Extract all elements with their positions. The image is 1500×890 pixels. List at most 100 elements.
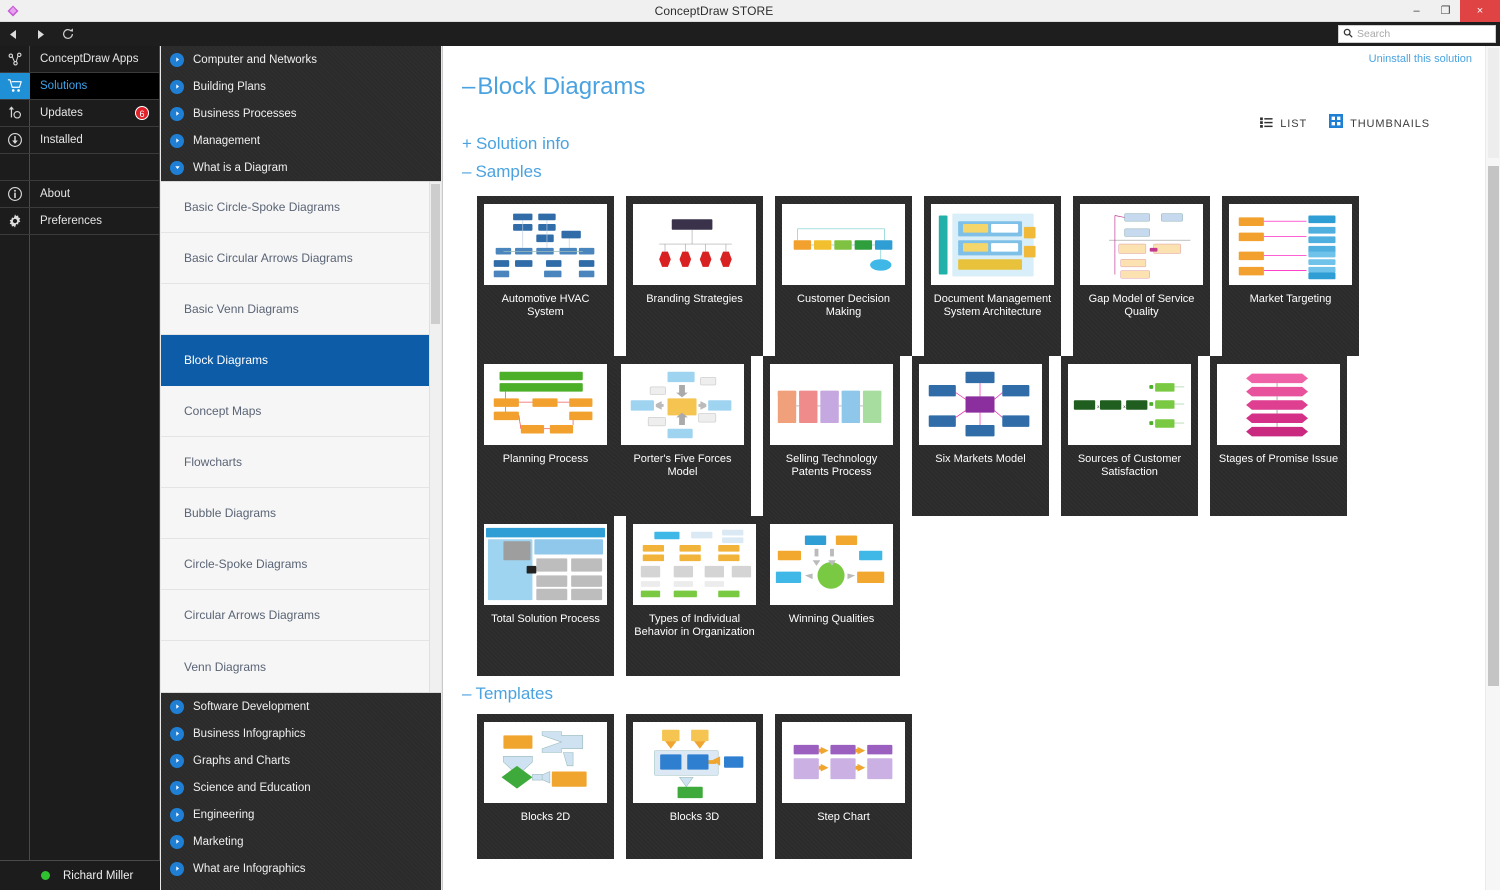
sublist-scrollbar[interactable] <box>429 182 441 692</box>
conceptdraw-store-window: ConceptDraw STORE – ❐ × <box>0 0 1500 890</box>
solution-item-bubble-diagrams[interactable]: Bubble Diagrams <box>161 488 441 539</box>
solution-item-basic-venn-diagrams[interactable]: Basic Venn Diagrams <box>161 284 441 335</box>
apps-share-icon[interactable] <box>0 46 30 73</box>
search-icon <box>1343 25 1353 43</box>
view-mode-toggles: LIST THUMBNAILS <box>1260 114 1430 133</box>
sublist-scrollbar-thumb[interactable] <box>431 184 440 324</box>
shopping-cart-icon[interactable] <box>0 73 30 100</box>
download-arrow-icon[interactable] <box>0 127 30 154</box>
thumbnail-card-document-management-system-architecture[interactable]: Document Management System Architecture <box>924 196 1061 356</box>
category-item-marketing[interactable]: Marketing <box>161 828 441 855</box>
samples-label: Samples <box>475 162 541 181</box>
gear-icon[interactable] <box>0 208 30 235</box>
category-list-bottom: Software DevelopmentBusiness Infographic… <box>161 693 441 882</box>
thumbnail-card-branding-strategies[interactable]: Branding Strategies <box>626 196 763 356</box>
solution-item-basic-circular-arrows-diagrams[interactable]: Basic Circular Arrows Diagrams <box>161 233 441 284</box>
solution-item-circle-spoke-diagrams[interactable]: Circle-Spoke Diagrams <box>161 539 441 590</box>
category-item-engineering[interactable]: Engineering <box>161 801 441 828</box>
section-templates[interactable]: –Templates <box>462 684 553 704</box>
solution-item-circular-arrows-diagrams[interactable]: Circular Arrows Diagrams <box>161 590 441 641</box>
sidebar-item-conceptdraw-apps[interactable]: ConceptDraw Apps <box>30 46 159 73</box>
thumbnail-card-sources-of-customer-satisfaction[interactable]: xxSources of Customer Satisfaction <box>1061 356 1198 516</box>
thumbnail-label: Winning Qualities <box>770 613 893 626</box>
sidebar-item-preferences[interactable]: Preferences <box>30 208 159 235</box>
grid-gap <box>614 516 626 676</box>
forward-arrow-icon[interactable] <box>27 22 54 46</box>
back-arrow-icon[interactable] <box>0 22 27 46</box>
solution-item-venn-diagrams[interactable]: Venn Diagrams <box>161 641 441 692</box>
sidebar-item-updates[interactable]: Updates 6 <box>30 100 159 127</box>
thumbnail-preview-blocks2d <box>484 722 607 803</box>
thumbnail-card-types-of-individual-behavior-in-organization[interactable]: Types of Individual Behavior in Organiza… <box>626 516 763 676</box>
sidebar-item-solutions[interactable]: Solutions <box>30 73 159 100</box>
minimize-button[interactable]: – <box>1402 0 1431 22</box>
thumbnail-preview-market <box>1229 204 1352 285</box>
close-button[interactable]: × <box>1460 0 1500 22</box>
info-circle-icon[interactable] <box>0 181 30 208</box>
view-list-button[interactable]: LIST <box>1260 115 1307 133</box>
category-item-management[interactable]: Management <box>161 127 441 154</box>
grid-gap <box>763 714 775 859</box>
templates-toggle[interactable]: – <box>462 684 471 704</box>
user-status-bar: Richard Miller <box>30 860 160 890</box>
thumbnail-preview-planning <box>484 364 607 445</box>
thumbnail-card-porter-s-five-forces-model[interactable]: Porter's Five Forces Model <box>614 356 751 516</box>
category-item-software-development[interactable]: Software Development <box>161 693 441 720</box>
thumbnail-card-six-markets-model[interactable]: Six Markets Model <box>912 356 1049 516</box>
solutions-category-panel[interactable]: Computer and NetworksBuilding PlansBusin… <box>161 46 441 890</box>
solution-item-basic-circle-spoke-diagrams[interactable]: Basic Circle-Spoke Diagrams <box>161 182 441 233</box>
section-samples[interactable]: –Samples <box>462 162 542 182</box>
category-item-business-processes[interactable]: Business Processes <box>161 100 441 127</box>
search-box[interactable] <box>1338 25 1496 43</box>
window-controls: – ❐ × <box>1402 0 1500 22</box>
category-item-building-plans[interactable]: Building Plans <box>161 73 441 100</box>
maximize-button[interactable]: ❐ <box>1431 0 1460 22</box>
category-item-what-are-infographics[interactable]: What are Infographics <box>161 855 441 882</box>
window-title: ConceptDraw STORE <box>26 4 1402 18</box>
grid-gap <box>763 196 775 356</box>
solution-item-concept-maps[interactable]: Concept Maps <box>161 386 441 437</box>
thumbnail-card-gap-model-of-service-quality[interactable]: Gap Model of Service Quality <box>1073 196 1210 356</box>
category-item-graphs-and-charts[interactable]: Graphs and Charts <box>161 747 441 774</box>
grid-gap <box>614 196 626 356</box>
thumbnail-card-blocks-2d[interactable]: Blocks 2D <box>477 714 614 859</box>
category-item-science-and-education[interactable]: Science and Education <box>161 774 441 801</box>
solution-info-toggle[interactable]: + <box>462 134 472 154</box>
grid-gap <box>1210 196 1222 356</box>
solution-item-block-diagrams[interactable]: Block Diagrams <box>161 335 441 386</box>
grid-gap <box>900 356 912 516</box>
thumbnail-card-stages-of-promise-issue[interactable]: Stages of Promise Issue <box>1210 356 1347 516</box>
uninstall-solution-link[interactable]: Uninstall this solution <box>1369 53 1472 65</box>
thumbnail-card-step-chart[interactable]: Step Chart <box>775 714 912 859</box>
thumbnail-card-automotive-hvac-system[interactable]: Automotive HVAC System <box>477 196 614 356</box>
sidebar-item-installed[interactable]: Installed <box>30 127 159 154</box>
sidebar-item-about[interactable]: About <box>30 181 159 208</box>
app-logo-icon <box>0 0 26 22</box>
solution-item-flowcharts[interactable]: Flowcharts <box>161 437 441 488</box>
grid-gap <box>1061 196 1073 356</box>
thumbnail-preview-stages <box>1217 364 1340 445</box>
thumbnail-label: Porter's Five Forces Model <box>621 453 744 479</box>
main-scrollbar[interactable] <box>1485 46 1500 890</box>
thumbnail-card-total-solution-process[interactable]: Total Solution Process <box>477 516 614 676</box>
search-input[interactable] <box>1357 28 1491 40</box>
refresh-icon[interactable] <box>54 22 81 46</box>
thumbnail-card-blocks-3d[interactable]: Blocks 3D <box>626 714 763 859</box>
thumbnail-card-winning-qualities[interactable]: Winning Qualities <box>763 516 900 676</box>
category-item-computer-and-networks[interactable]: Computer and Networks <box>161 46 441 73</box>
updates-refresh-icon[interactable] <box>0 100 30 127</box>
category-item-what-is-a-diagram[interactable]: What is a Diagram <box>161 154 441 181</box>
thumbnail-card-planning-process[interactable]: Planning Process <box>477 356 614 516</box>
main-scrollbar-thumb[interactable] <box>1488 166 1499 686</box>
thumbnail-card-customer-decision-making[interactable]: Customer Decision Making <box>775 196 912 356</box>
samples-toggle[interactable]: – <box>462 162 471 182</box>
section-solution-info[interactable]: +Solution info <box>462 134 570 154</box>
updates-badge: 6 <box>135 106 149 120</box>
solution-item-label: Circular Arrows Diagrams <box>184 608 320 622</box>
view-thumbnails-button[interactable]: THUMBNAILS <box>1329 114 1430 133</box>
thumbnail-card-market-targeting[interactable]: Market Targeting <box>1222 196 1359 356</box>
page-title-toggle[interactable]: – <box>462 73 475 100</box>
category-item-business-infographics[interactable]: Business Infographics <box>161 720 441 747</box>
thumbnail-card-selling-technology-patents-process[interactable]: Selling Technology Patents Process <box>763 356 900 516</box>
solution-item-label: Circle-Spoke Diagrams <box>184 557 307 571</box>
